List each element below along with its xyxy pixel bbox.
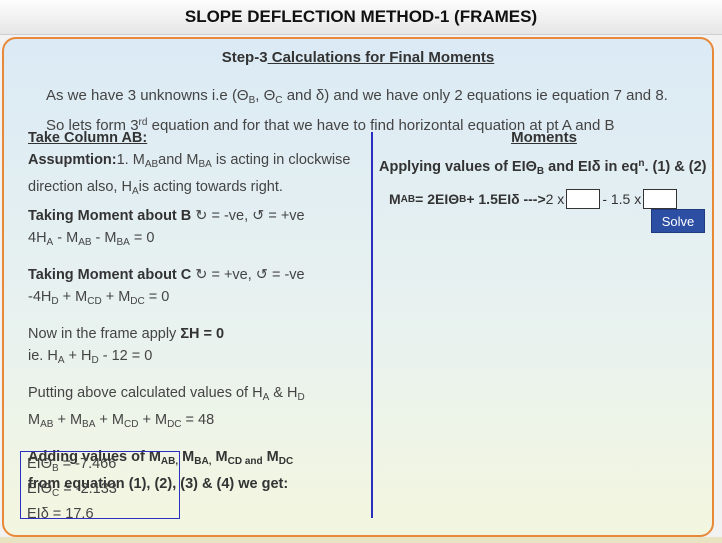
equation-c: -4HD + MCD + MDC = 0: [28, 289, 170, 307]
result-ei-theta-b: EIΘB = -7.466: [27, 456, 117, 474]
equation-b: 4HA - MAB - MBA = 0: [28, 230, 155, 248]
solve-button[interactable]: Solve: [651, 209, 705, 233]
right-column: Moments Applying values of EIΘB and EIδ …: [379, 127, 709, 233]
column-ab-heading: Take Column AB:: [28, 130, 148, 146]
assumption-line-1: Assupmtion:1. MABand MBA is acting in cl…: [28, 152, 351, 170]
sum-moments-equation: MAB + MBA + MCD + MDC = 48: [28, 412, 215, 430]
step-heading: Step-3 Calculations for Final Moments: [221, 49, 495, 66]
assumption-line-2: direction also, HAis acting towards righ…: [28, 179, 283, 197]
frame-equilibrium: Now in the frame apply ΣH = 0: [28, 326, 225, 342]
mab-equation-row: M AB = 2EIΘ B + 1.5EIδ ---> 2 x - 1.5 x: [389, 189, 709, 209]
result-ei-theta-c: EIΘC = -2.133: [27, 481, 117, 499]
mab-coefficient-input-1[interactable]: [566, 189, 601, 209]
page-title: SLOPE DEFLECTION METHOD-1 (FRAMES): [184, 7, 538, 26]
moment-about-b: Taking Moment about B ↻ = -ve, ↺ = +ve: [28, 208, 305, 224]
column-divider: [371, 132, 373, 518]
intro-line-1: As we have 3 unknowns i.e (ΘB, ΘC and δ)…: [46, 87, 668, 106]
result-ei-delta: EIδ = 17.6: [27, 506, 94, 522]
moments-heading: Moments: [511, 129, 577, 146]
content-panel: Step-3 Calculations for Final Moments As…: [2, 37, 714, 537]
page-title-bar: SLOPE DEFLECTION METHOD-1 (FRAMES): [0, 0, 722, 35]
applying-values-text: Applying values of EIΘB and EIδ in eqn. …: [379, 158, 707, 177]
bottom-strip: [0, 537, 722, 543]
results-box: EIΘB = -7.466 EIΘC = -2.133 EIδ = 17.6: [20, 451, 180, 522]
left-column: Take Column AB: Assupmtion:1. MABand MBA…: [28, 127, 373, 495]
putting-values-text: Putting above calculated values of HA & …: [28, 385, 305, 403]
moment-about-c: Taking Moment about C ↻ = +ve, ↺ = -ve: [28, 267, 305, 283]
mab-coefficient-input-2[interactable]: [643, 189, 678, 209]
horizontal-equation: ie. HA + HD - 12 = 0: [28, 348, 153, 366]
